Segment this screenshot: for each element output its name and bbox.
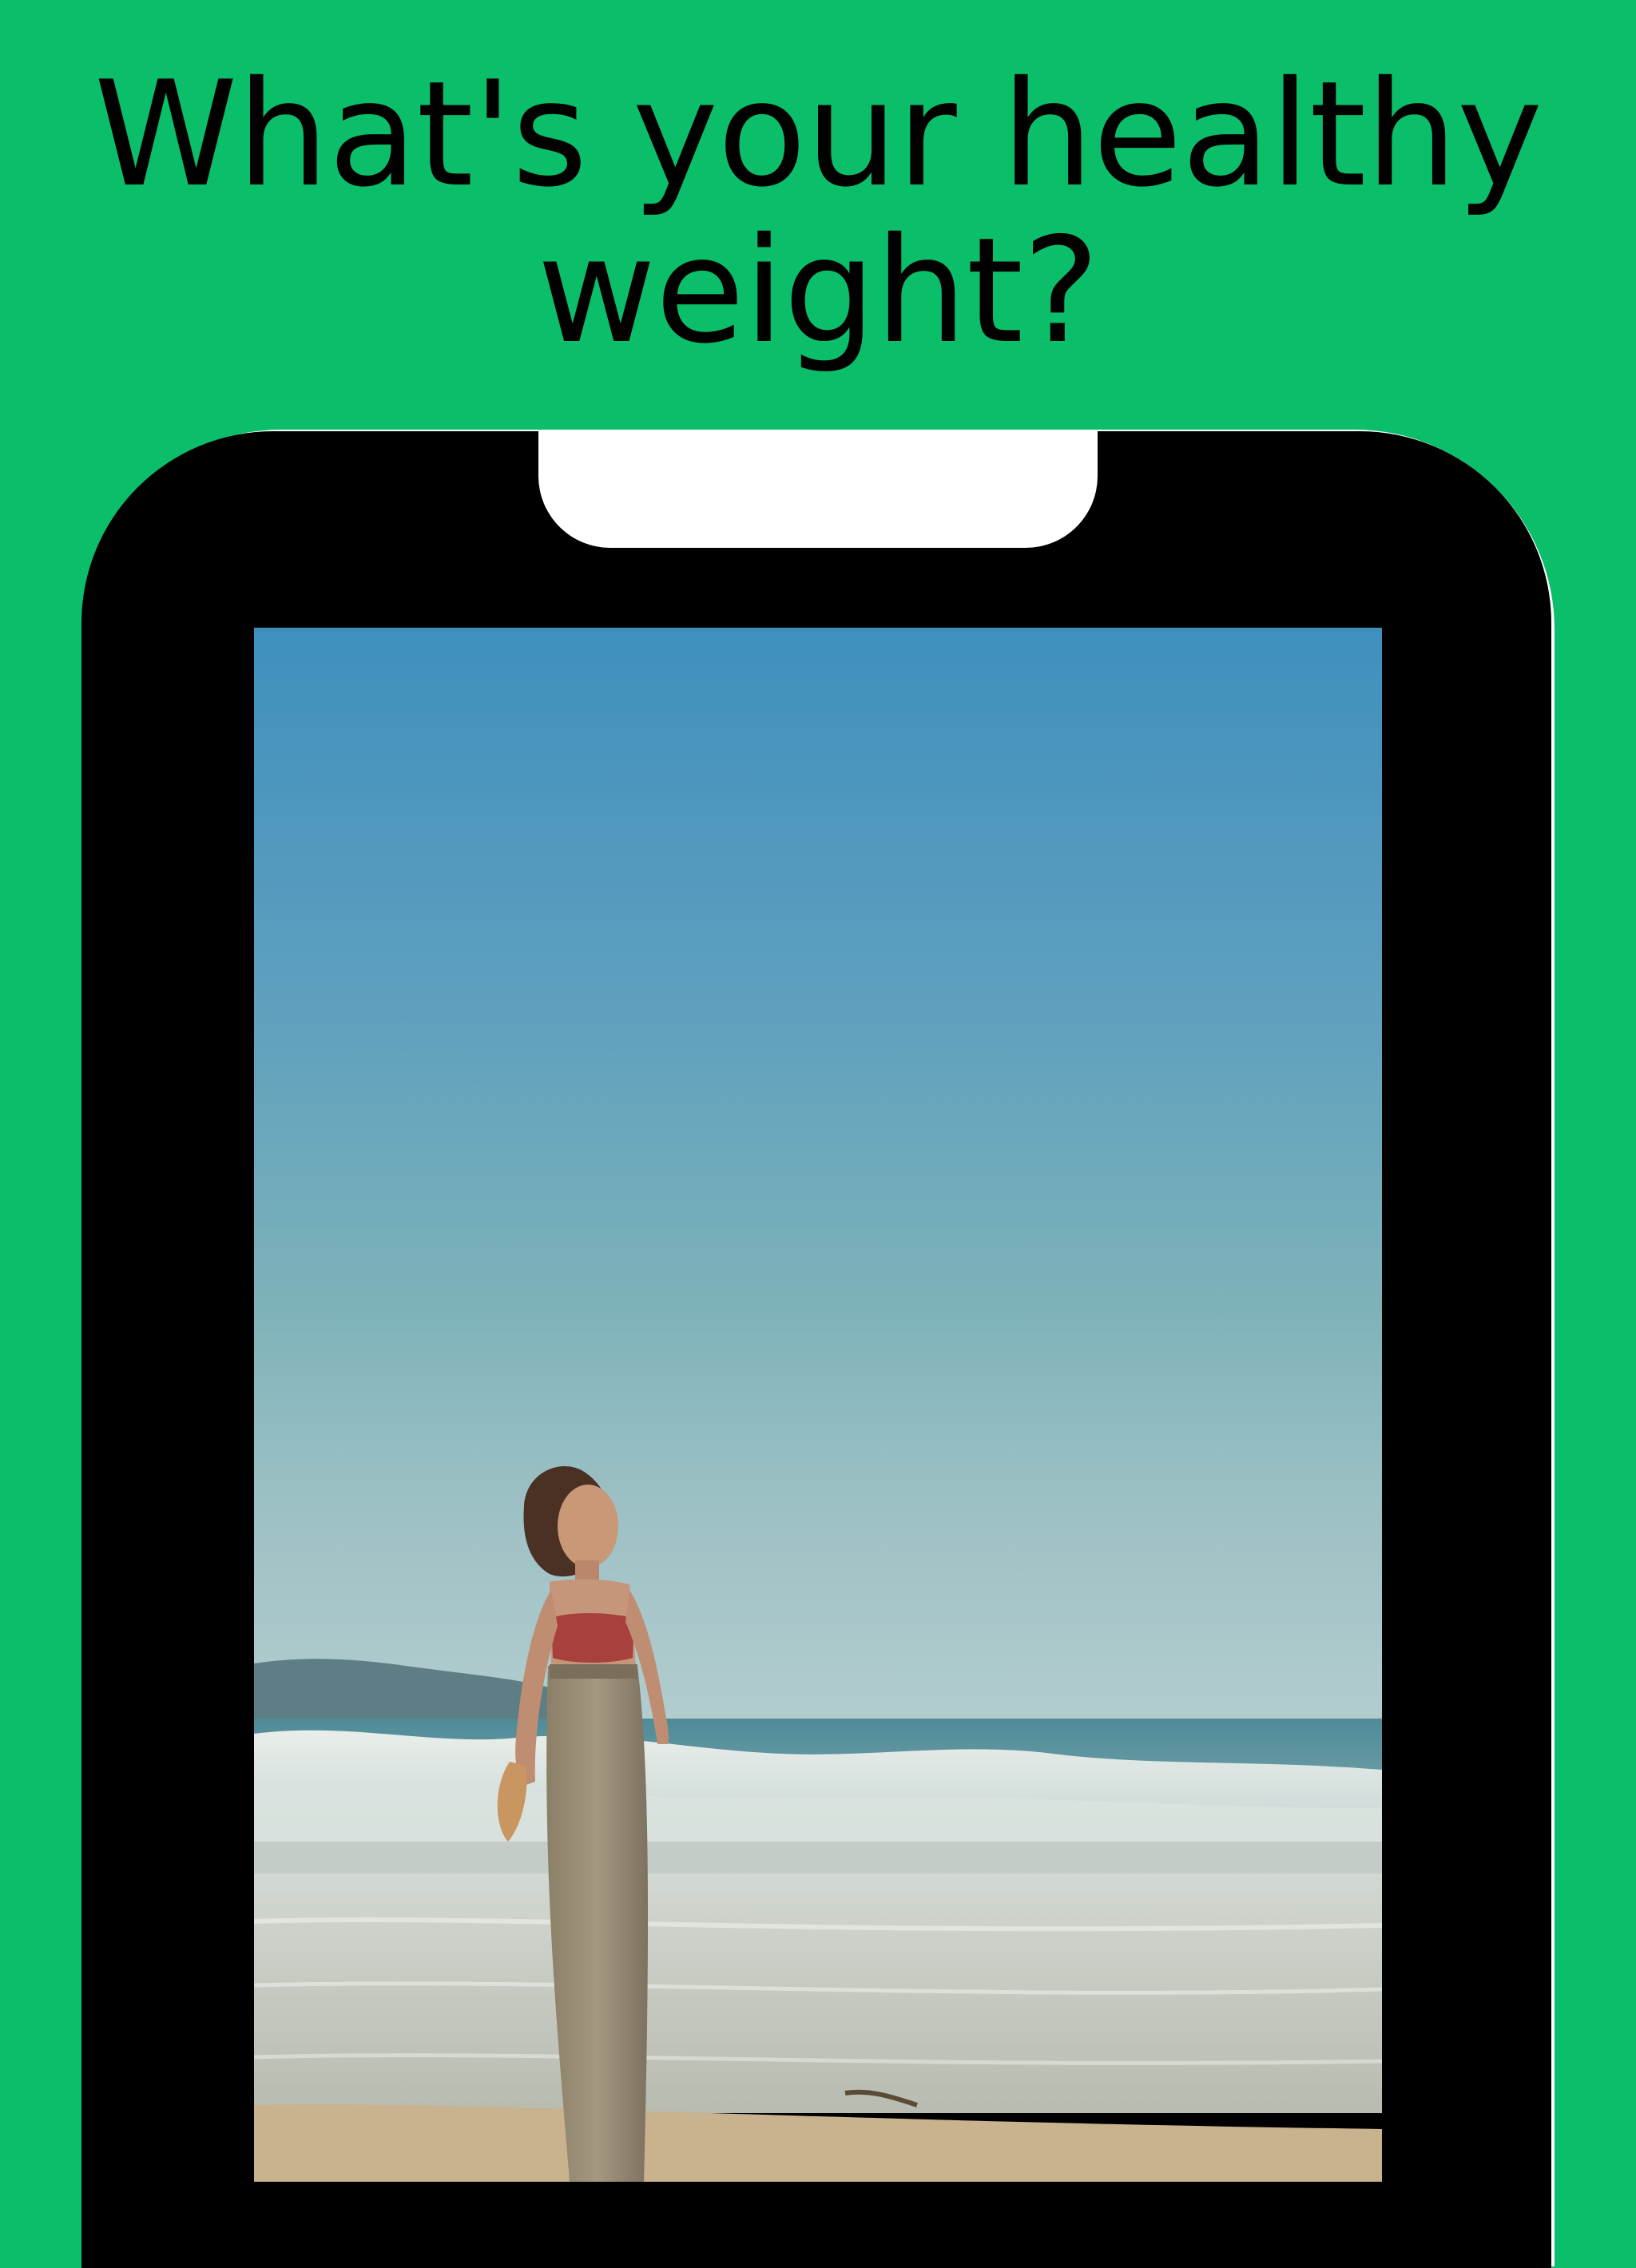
sand [254, 2104, 1382, 2182]
sky [254, 628, 1382, 1719]
beach-photo [254, 628, 1382, 2182]
phone-screen [254, 628, 1382, 2182]
phone-notch [538, 431, 1098, 548]
headline: What's your healthy weight? [93, 50, 1543, 375]
